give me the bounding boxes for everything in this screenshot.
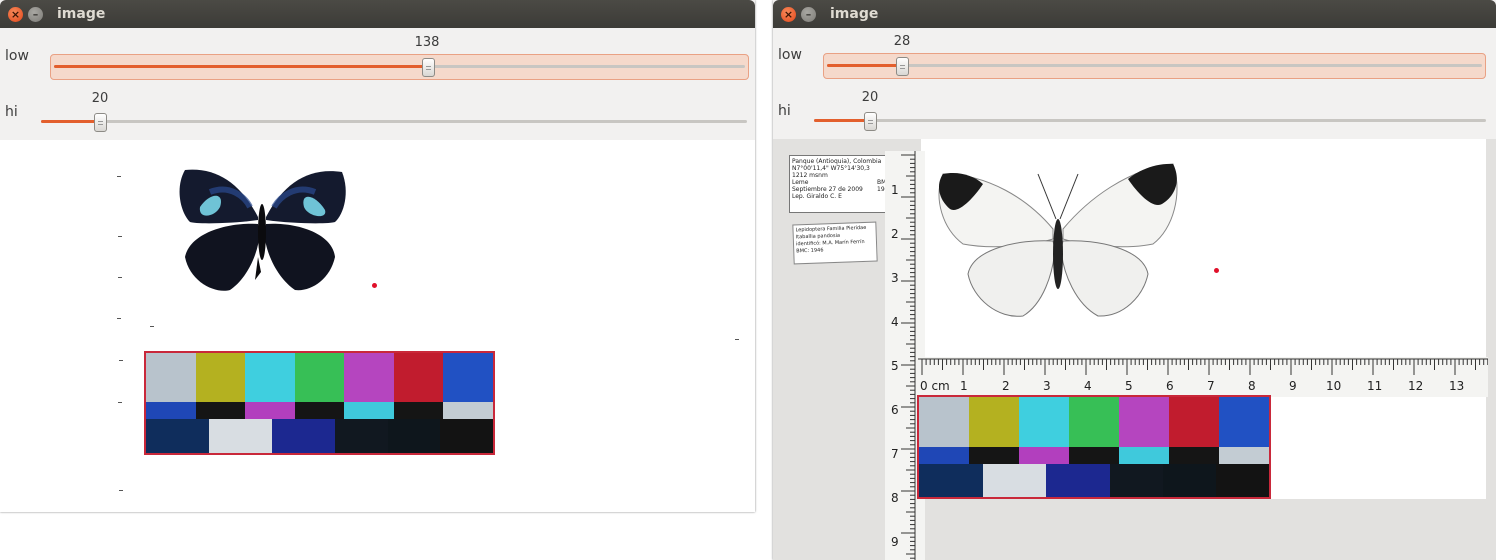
image-window-left: × – image low 138 hi 20	[0, 0, 755, 512]
low-fill	[54, 65, 427, 68]
h-ruler-label: 4	[1084, 379, 1092, 393]
low-value: 28	[893, 34, 911, 49]
hi-fill	[41, 120, 100, 123]
hi-label: hi	[778, 103, 791, 119]
label-line: 1212 msnm	[792, 172, 828, 179]
h-ruler-label: 0 cm	[920, 379, 950, 393]
color-calibration-chart	[144, 351, 495, 455]
title-bar[interactable]: × – image	[0, 0, 755, 28]
v-ruler-label: 5	[891, 359, 899, 373]
marker-dot	[1214, 268, 1219, 273]
low-fill	[827, 64, 900, 67]
low-label: low	[778, 47, 802, 63]
butterfly-image	[938, 163, 1178, 317]
v-ruler-label: 9	[891, 535, 899, 549]
h-ruler-label: 8	[1248, 379, 1256, 393]
window-title: image	[57, 6, 106, 22]
marker-dot	[372, 283, 377, 288]
horizontal-ruler: 0 cm 1 2 3 4 5 6 7 8 9 10 11 12 13	[918, 357, 1488, 397]
image-canvas	[0, 140, 755, 512]
low-trackbar[interactable]	[823, 53, 1486, 79]
image-canvas: Panque (Antioquia), Colombia N7°00'11,4"…	[773, 139, 1496, 560]
hi-value: 20	[861, 90, 879, 105]
low-trackbar[interactable]	[50, 54, 749, 80]
v-ruler-label: 2	[891, 227, 899, 241]
low-trough	[827, 64, 1482, 67]
close-icon[interactable]: ×	[8, 7, 23, 22]
h-ruler-label: 13	[1449, 379, 1465, 393]
butterfly-image	[179, 169, 346, 291]
hi-fill	[814, 119, 870, 122]
v-ruler-label: 3	[891, 271, 899, 285]
hi-value: 20	[91, 91, 109, 106]
specimen-label-card-2: Lepidoptera Familia Pieridae Itaballia p…	[792, 221, 878, 265]
hi-trough	[814, 119, 1486, 122]
hi-label: hi	[5, 104, 18, 120]
label-line: Panque (Antioquia), Colombia	[792, 158, 882, 165]
label-line: N7°00'11,4" W75°14'30,3	[792, 165, 870, 172]
close-icon[interactable]: ×	[781, 7, 796, 22]
minimize-icon[interactable]: –	[28, 7, 43, 22]
h-ruler-label: 6	[1166, 379, 1174, 393]
hi-trackbar[interactable]	[38, 110, 750, 134]
h-ruler-label: 7	[1207, 379, 1215, 393]
minimize-icon[interactable]: –	[801, 7, 816, 22]
color-calibration-chart	[917, 395, 1271, 499]
h-ruler-label: 12	[1408, 379, 1424, 393]
v-ruler-label: 1	[891, 183, 899, 197]
hi-slider-thumb[interactable]	[864, 112, 877, 131]
h-ruler-label: 3	[1043, 379, 1051, 393]
v-ruler-label: 7	[891, 447, 899, 461]
v-ruler-label: 4	[891, 315, 899, 329]
low-value: 138	[414, 35, 440, 50]
h-ruler-label: 2	[1002, 379, 1010, 393]
title-bar[interactable]: × – image	[773, 0, 1496, 28]
hi-slider-thumb[interactable]	[94, 113, 107, 132]
label-line: BMC: 1946	[796, 247, 824, 255]
h-ruler-label: 5	[1125, 379, 1133, 393]
hi-trackbar[interactable]	[811, 109, 1489, 133]
label-line: Lep. Giraldo C. E	[792, 193, 842, 200]
low-slider-thumb[interactable]	[422, 58, 435, 77]
h-ruler-label: 10	[1326, 379, 1342, 393]
low-label: low	[5, 48, 29, 64]
image-window-right: × – image low 28 hi 20 Panque (Antioquia…	[773, 0, 1496, 560]
h-ruler-label: 9	[1289, 379, 1297, 393]
low-trough	[54, 65, 745, 68]
hi-trough	[41, 120, 747, 123]
v-ruler-label: 6	[891, 403, 899, 417]
h-ruler-label: 11	[1367, 379, 1383, 393]
h-ruler-label: 1	[960, 379, 968, 393]
v-ruler-label: 8	[891, 491, 899, 505]
window-title: image	[830, 6, 879, 22]
low-slider-thumb[interactable]	[896, 57, 909, 76]
